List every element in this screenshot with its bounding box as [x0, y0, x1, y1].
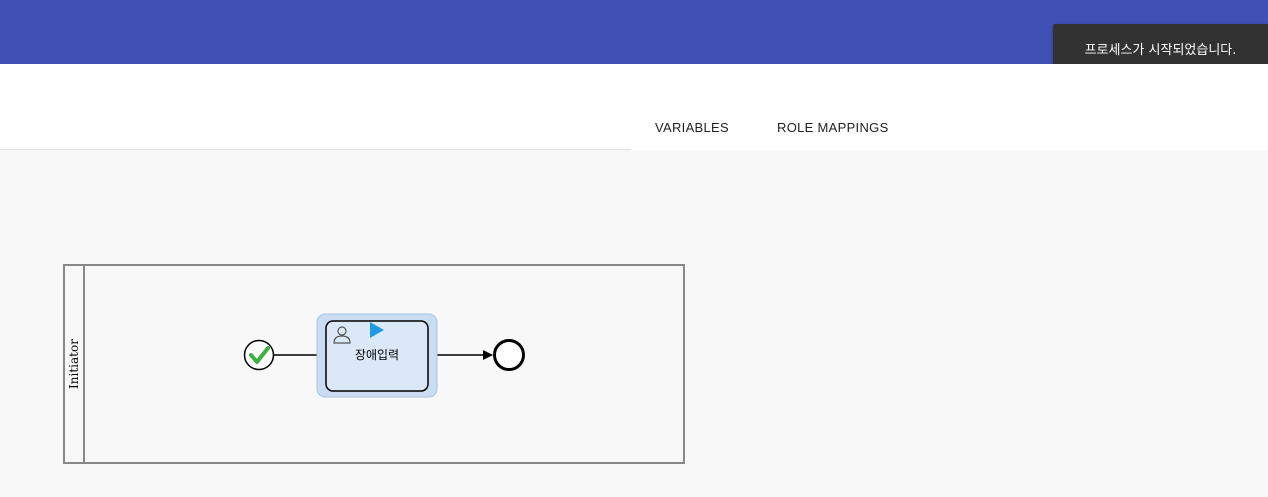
- bpmn-diagram: [243, 313, 525, 398]
- task-label: 장애입력: [354, 348, 400, 362]
- end-event[interactable]: [493, 339, 525, 371]
- start-event[interactable]: [243, 339, 275, 371]
